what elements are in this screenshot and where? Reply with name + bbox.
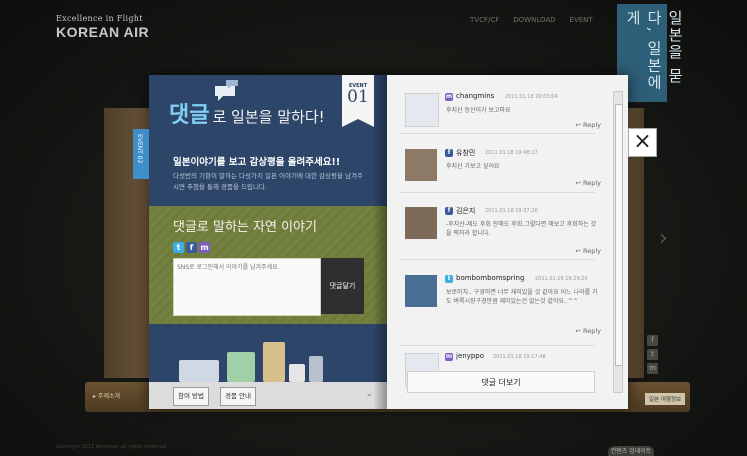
page-background: Excellence in Flight KOREAN AIR TVCF/CF … (0, 0, 747, 456)
comment-text: 후지산 가보고 싶어요 (446, 163, 500, 170)
event-badge-number: 01 (347, 87, 369, 107)
comment-date: 2011.01.18 19:29:20 (535, 276, 588, 282)
prize-item (289, 364, 305, 382)
headline-rest: 로 일본을 말하다! (212, 108, 325, 126)
comment-panel: 댓글로 말하는 자연 이야기 t f m 댓글달기 (149, 206, 387, 324)
reply-link[interactable]: ↩ Reply (575, 121, 601, 129)
twitter-icon[interactable]: t (173, 242, 184, 253)
comment-author[interactable]: 유창민 (456, 148, 475, 158)
comment-text: 보로미치.. 구경하면 너무 재미있을 것 같아요 어느 나라를 가도 벼룩시장… (446, 289, 598, 305)
comment-divider (399, 192, 595, 193)
comment-divider (399, 133, 595, 134)
shelf-left-label[interactable]: ▸ 주제소개 (93, 391, 120, 400)
reply-label: Reply (582, 121, 601, 129)
me2day-icon: m (445, 93, 453, 101)
chevron-right-icon[interactable]: › (659, 226, 668, 251)
facebook-icon[interactable]: f (647, 335, 658, 346)
twitter-icon[interactable]: t (647, 349, 658, 360)
comment-divider (399, 259, 595, 260)
prize-box (227, 352, 255, 382)
submit-comment-button[interactable]: 댓글달기 (321, 258, 364, 314)
sns-login-icons: t f m (173, 242, 210, 253)
event-book: 댓글 로 일본을 말하다! EVENT 01 일본이야기를 보고 감상평을 올려주… (133, 75, 628, 409)
shelf-right-label[interactable]: 일본 여행정보 (645, 393, 686, 405)
headline-highlight: 댓글 (169, 103, 210, 128)
reply-label: Reply (582, 179, 601, 187)
comment-author[interactable]: bombombomspring (456, 274, 524, 282)
comment-text: -후지산-제도 후회 안해도 후회.그렇다면 해보고 후회하는 것을 택하라 합… (446, 221, 597, 237)
close-icon: × (633, 129, 652, 154)
footer-text: copyright 2011 koreanair all rights rese… (56, 444, 167, 450)
event-02-tab-label: EVENT 02 (136, 134, 143, 164)
comment-scrollbar[interactable] (613, 91, 623, 393)
comment-author[interactable]: 김은지 (456, 206, 475, 216)
comment-panel-title: 댓글로 말하는 자연 이야기 (173, 220, 317, 235)
prize-laptop (179, 360, 219, 382)
event-description: 다섯번의 기항이 말하는 다섯가지 일본 이야기에 대한 감상평을 남겨주시면 … (173, 172, 363, 191)
event-02-tab[interactable]: EVENT 02 (133, 129, 149, 179)
comment-text: 후지산 등산이가 보고파요 (446, 107, 511, 114)
comment-box (173, 258, 321, 316)
event-subhead: 일본이야기를 보고 감상평을 올려주세요!! (173, 157, 341, 168)
chevron-down-icon[interactable]: ⌄ (365, 389, 373, 399)
comment-divider (399, 345, 595, 346)
load-more-comments-button[interactable]: 댓글 더보기 (407, 371, 595, 393)
speech-bubble-small-icon (226, 80, 238, 89)
left-page: 댓글 로 일본을 말하다! EVENT 01 일본이야기를 보고 감상평을 올려주… (149, 75, 387, 409)
content-update-button[interactable]: 컨텐츠 업데이트 (608, 446, 654, 456)
banner-text: 일본을 묻다, 일본에게 (624, 10, 684, 92)
avatar (405, 149, 437, 181)
twitter-icon: t (445, 275, 453, 283)
comment-date: 2011.01.18 19:37:26 (485, 208, 538, 214)
reply-label: Reply (582, 247, 601, 255)
reply-label: Reply (582, 327, 601, 335)
me2day-icon[interactable]: m (647, 363, 658, 374)
me2day-icon: m (445, 353, 453, 361)
comment-date: 2011.01.18 19:48:27 (485, 150, 538, 156)
facebook-icon[interactable]: f (186, 242, 197, 253)
reply-link[interactable]: ↩ Reply (575, 179, 601, 187)
prize-camera (309, 356, 323, 382)
close-button[interactable]: × (628, 128, 657, 157)
top-nav: TVCF/CF DOWNLOAD EVENT (470, 16, 593, 24)
left-page-bottom-bar: 참여 방법 경품 안내 ⌄ (149, 382, 387, 409)
logo-tagline: Excellence in Flight (56, 14, 143, 23)
event-number-badge: EVENT 01 (342, 75, 374, 127)
right-page: m changmins 2011.01.18 20:03:04 후지산 등산이가… (387, 75, 628, 409)
tab-prize-info[interactable]: 경품 안내 (220, 387, 256, 406)
share-icons: f t m (647, 335, 658, 374)
reply-link[interactable]: ↩ Reply (575, 247, 601, 255)
korean-air-logo[interactable]: Excellence in Flight KOREAN AIR (56, 14, 149, 40)
avatar (405, 275, 437, 307)
prize-book (263, 342, 285, 382)
reply-link[interactable]: ↩ Reply (575, 327, 601, 335)
nav-item-event[interactable]: EVENT (570, 16, 593, 24)
facebook-icon: f (445, 149, 453, 157)
comment-input[interactable] (174, 259, 320, 315)
comment-list: m changmins 2011.01.18 20:03:04 후지산 등산이가… (399, 87, 611, 397)
book-gutter-shadow (373, 75, 387, 409)
comment-author[interactable]: changmins (456, 92, 494, 100)
nav-item-tvcf[interactable]: TVCF/CF (470, 16, 499, 24)
comment-date: 2011.01.18 19:17:48 (493, 354, 546, 360)
avatar (405, 93, 439, 127)
prize-images (149, 324, 387, 382)
logo-brand: KOREAN AIR (56, 24, 150, 40)
headline: 댓글 로 일본을 말하다! (169, 97, 325, 129)
facebook-icon: f (445, 207, 453, 215)
nav-item-download[interactable]: DOWNLOAD (513, 16, 555, 24)
avatar (405, 207, 437, 239)
tab-how-to-participate[interactable]: 참여 방법 (173, 387, 209, 406)
scrollbar-thumb[interactable] (615, 104, 623, 366)
me2day-icon[interactable]: m (199, 242, 210, 253)
comment-author[interactable]: jenyppo (456, 352, 484, 360)
comment-date: 2011.01.18 20:03:04 (505, 94, 558, 100)
